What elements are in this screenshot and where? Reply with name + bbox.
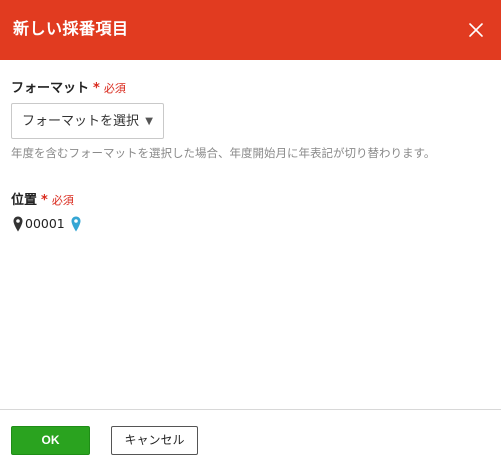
dialog-footer: OK キャンセル — [0, 409, 501, 469]
format-hint-text: 年度を含むフォーマットを選択した場合、年度開始月に年表記が切り替わります。 — [11, 146, 436, 160]
close-button[interactable] — [465, 19, 487, 41]
dialog-title: 新しい採番項目 — [13, 19, 129, 38]
required-star: * — [41, 193, 48, 208]
dialog-header: 新しい採番項目 — [0, 0, 501, 60]
new-numbering-item-dialog: 新しい採番項目 フォーマット * 必須 フォーマットを選択 ▼ 年度を含むフォーマッ… — [0, 0, 501, 469]
format-select-value: フォーマットを選択 — [22, 114, 140, 129]
insert-position-pin-icon[interactable] — [71, 216, 81, 232]
position-label-text: 位置 — [11, 193, 38, 208]
required-text: 必須 — [51, 194, 74, 207]
position-value-row: 00001 — [13, 213, 81, 233]
position-value: 00001 — [25, 215, 65, 231]
caret-down-icon: ▼ — [145, 116, 153, 127]
format-label-text: フォーマット — [11, 81, 90, 96]
close-icon — [469, 23, 483, 37]
map-pin-icon — [13, 216, 23, 232]
position-field-label: 位置 * 必須 — [11, 193, 74, 209]
format-select[interactable]: フォーマットを選択 ▼ — [11, 103, 164, 139]
required-star: * — [93, 81, 100, 96]
required-text: 必須 — [103, 82, 126, 95]
format-field-label: フォーマット * 必須 — [11, 81, 126, 97]
cancel-button[interactable]: キャンセル — [111, 426, 198, 455]
ok-button[interactable]: OK — [11, 426, 90, 455]
